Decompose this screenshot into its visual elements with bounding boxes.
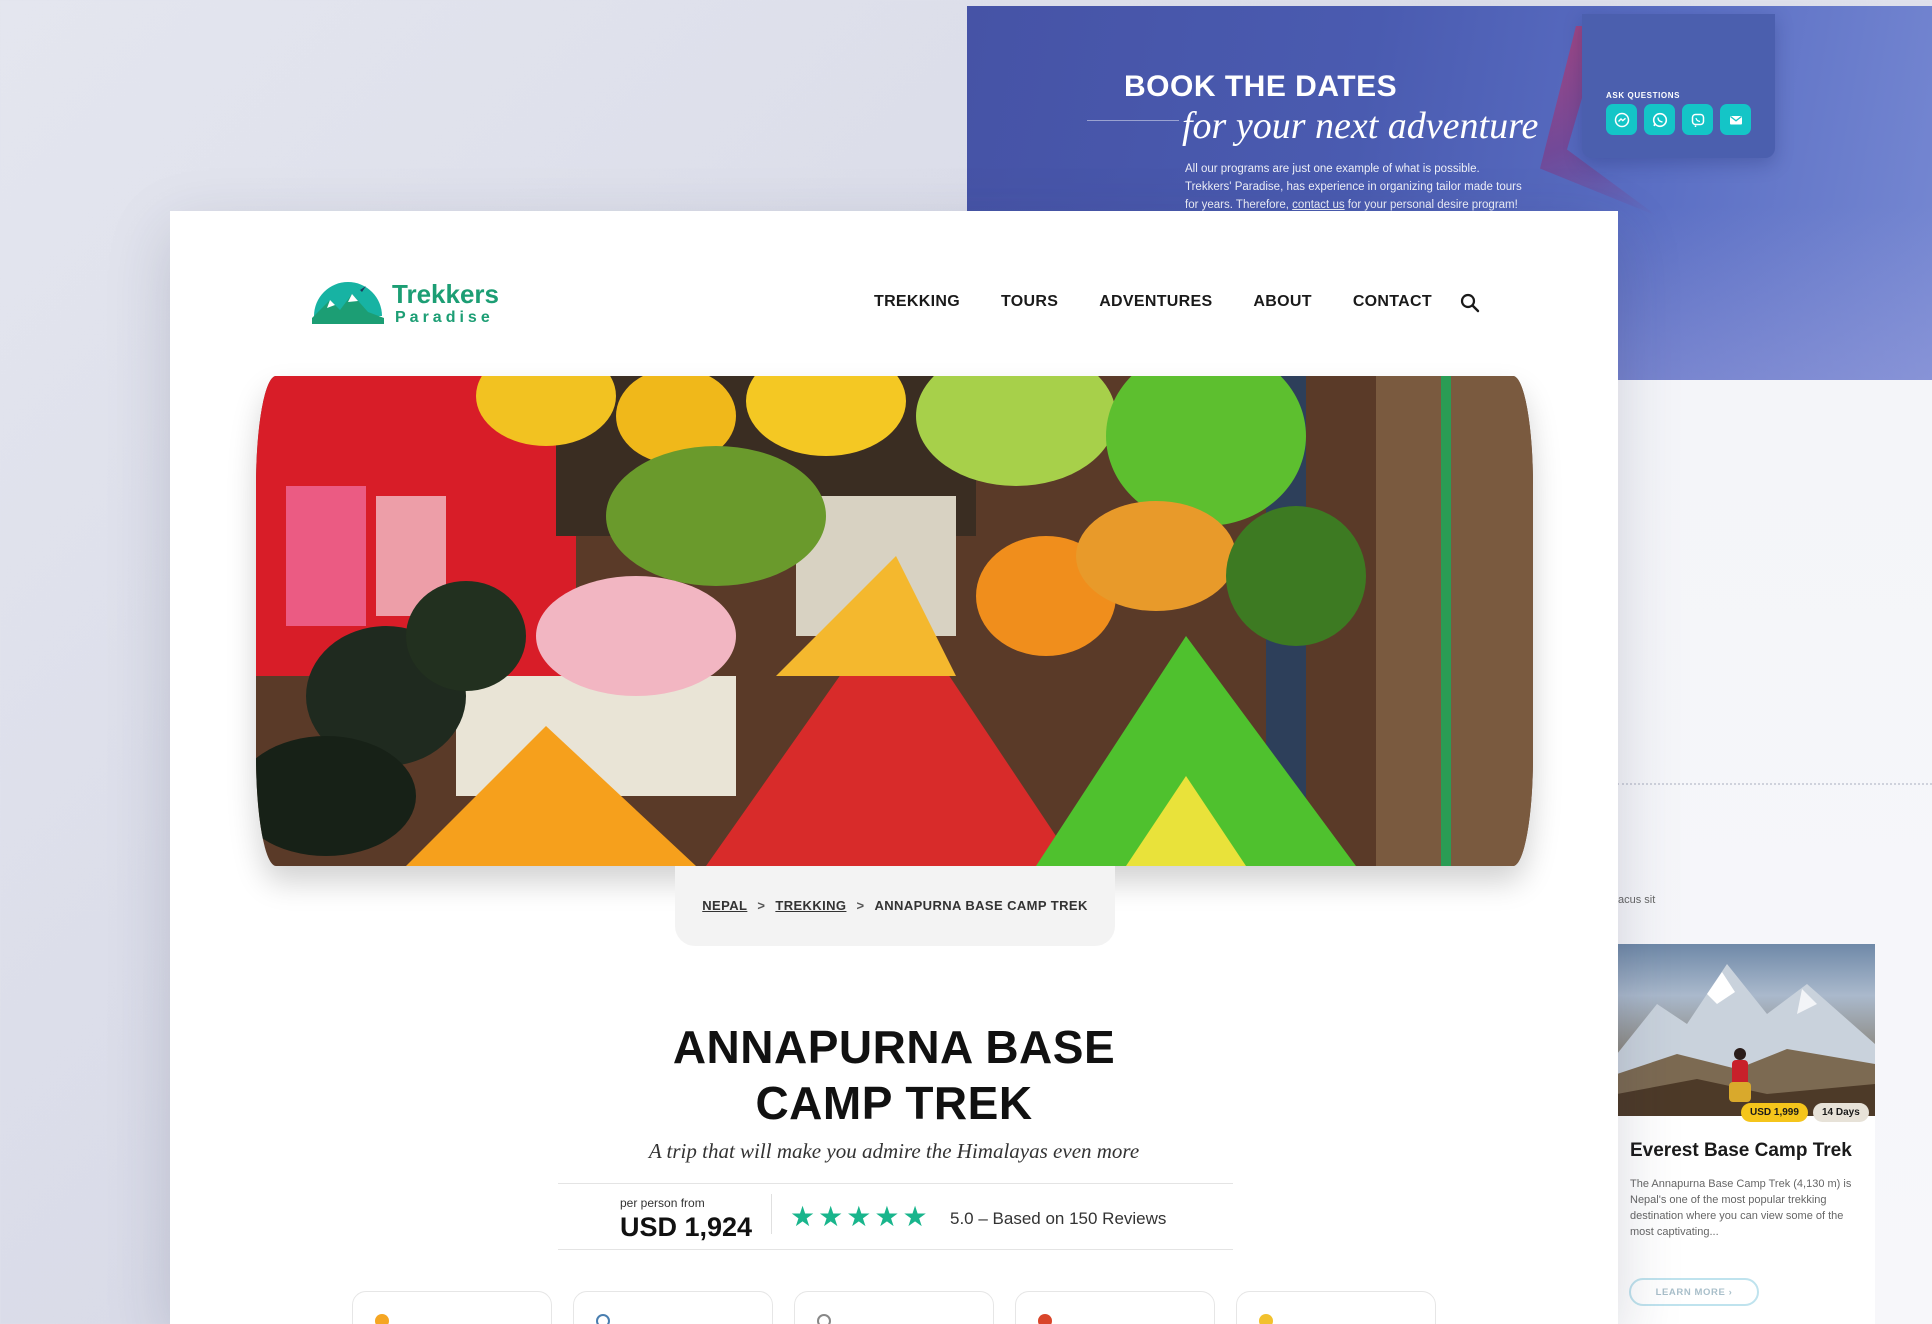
- nav-about[interactable]: ABOUT: [1253, 293, 1311, 311]
- book-body-text: for your personal desire program!: [1344, 199, 1518, 211]
- divider-bottom: [558, 1249, 1233, 1250]
- star-icon: ★: [846, 1201, 872, 1232]
- ask-questions-box: ASK QUESTIONS: [1582, 14, 1775, 158]
- hero-image: [256, 376, 1533, 866]
- dotted-divider: [1617, 783, 1932, 785]
- feature-card[interactable]: [1015, 1291, 1215, 1324]
- learn-more-button[interactable]: LEARN MORE ›: [1629, 1278, 1759, 1306]
- duration-badge: 14 Days: [1813, 1103, 1869, 1122]
- decorative-line: [1087, 120, 1179, 121]
- mail-icon[interactable]: [1720, 104, 1751, 135]
- feature-icon: [1259, 1314, 1273, 1324]
- price-value: USD 1,924: [620, 1212, 753, 1242]
- everest-image: [1617, 944, 1875, 1116]
- star-icon: ★: [818, 1201, 844, 1232]
- feature-card[interactable]: [352, 1291, 552, 1324]
- book-body-line: All our programs are just one example of…: [1185, 163, 1480, 175]
- book-body: All our programs are just one example of…: [1185, 160, 1545, 214]
- ask-icons: [1606, 104, 1751, 135]
- feature-card[interactable]: [573, 1291, 773, 1324]
- book-title: BOOK THE DATES: [1124, 70, 1398, 103]
- card-title[interactable]: Everest Base Camp Trek: [1630, 1140, 1852, 1162]
- price-label: per person from: [620, 1196, 705, 1210]
- page-title: ANNAPURNA BASE CAMP TREK: [170, 1019, 1618, 1131]
- nav-contact[interactable]: CONTACT: [1353, 293, 1432, 311]
- breadcrumb-current: ANNAPURNA BASE CAMP TREK: [874, 898, 1088, 913]
- breadcrumb-separator: >: [757, 898, 766, 913]
- breadcrumb-trail: NEPAL > TREKKING > ANNAPURNA BASE CAMP TREK: [675, 898, 1115, 913]
- feature-card[interactable]: [1236, 1291, 1436, 1324]
- contact-us-link[interactable]: contact us: [1292, 199, 1344, 211]
- breadcrumb-trekking[interactable]: TREKKING: [775, 898, 846, 913]
- feature-icon: [817, 1314, 831, 1324]
- rating-stars: ★ ★ ★ ★ ★: [790, 1203, 928, 1231]
- rating-text[interactable]: 5.0 – Based on 150 Reviews: [950, 1209, 1166, 1229]
- feature-icon: [596, 1314, 610, 1324]
- search-icon[interactable]: [1460, 293, 1480, 313]
- logo-text-trekkers[interactable]: Trekkers: [392, 279, 499, 310]
- card-description: The Annapurna Base Camp Trek (4,130 m) i…: [1630, 1178, 1852, 1238]
- page-title-line: ANNAPURNA BASE: [672, 1021, 1116, 1073]
- tour-card-everest[interactable]: USD 1,999 14 Days Everest Base Camp Trek…: [1617, 944, 1875, 1324]
- ask-questions-label: ASK QUESTIONS: [1606, 91, 1681, 100]
- star-icon: ★: [874, 1201, 900, 1232]
- breadcrumb-nepal[interactable]: NEPAL: [702, 898, 747, 913]
- price-badge: USD 1,999: [1741, 1103, 1808, 1122]
- main-page: Trekkers Paradise TREKKING TOURS ADVENTU…: [170, 211, 1618, 1324]
- breadcrumb: NEPAL > TREKKING > ANNAPURNA BASE CAMP TREK: [675, 866, 1115, 946]
- book-body-line: Trekkers' Paradise, has experience in or…: [1185, 181, 1522, 193]
- trip-tagline: A trip that will make you admire the Him…: [648, 1139, 1140, 1163]
- main-nav: TREKKING TOURS ADVENTURES ABOUT CONTACT: [874, 293, 1473, 311]
- page-title-line: CAMP TREK: [755, 1077, 1033, 1129]
- feature-icon: [375, 1314, 389, 1324]
- nav-tours[interactable]: TOURS: [1001, 293, 1058, 311]
- whatsapp-icon[interactable]: [1644, 104, 1675, 135]
- logo-text-paradise[interactable]: Paradise: [395, 309, 494, 327]
- viber-icon[interactable]: [1682, 104, 1713, 135]
- book-subtitle: for your next adventure: [1182, 105, 1539, 147]
- vertical-divider: [771, 1194, 772, 1234]
- text-fragment: acus sit: [1618, 894, 1656, 906]
- nav-adventures[interactable]: ADVENTURES: [1099, 293, 1212, 311]
- star-icon: ★: [902, 1201, 928, 1232]
- star-icon: ★: [790, 1201, 816, 1232]
- breadcrumb-separator: >: [856, 898, 865, 913]
- divider-top: [558, 1183, 1233, 1184]
- feature-icon: [1038, 1314, 1052, 1324]
- messenger-icon[interactable]: [1606, 104, 1637, 135]
- nav-trekking[interactable]: TREKKING: [874, 293, 960, 311]
- book-body-text: for years. Therefore,: [1185, 199, 1293, 211]
- trekkers-logo-icon[interactable]: [308, 274, 388, 330]
- feature-card[interactable]: [794, 1291, 994, 1324]
